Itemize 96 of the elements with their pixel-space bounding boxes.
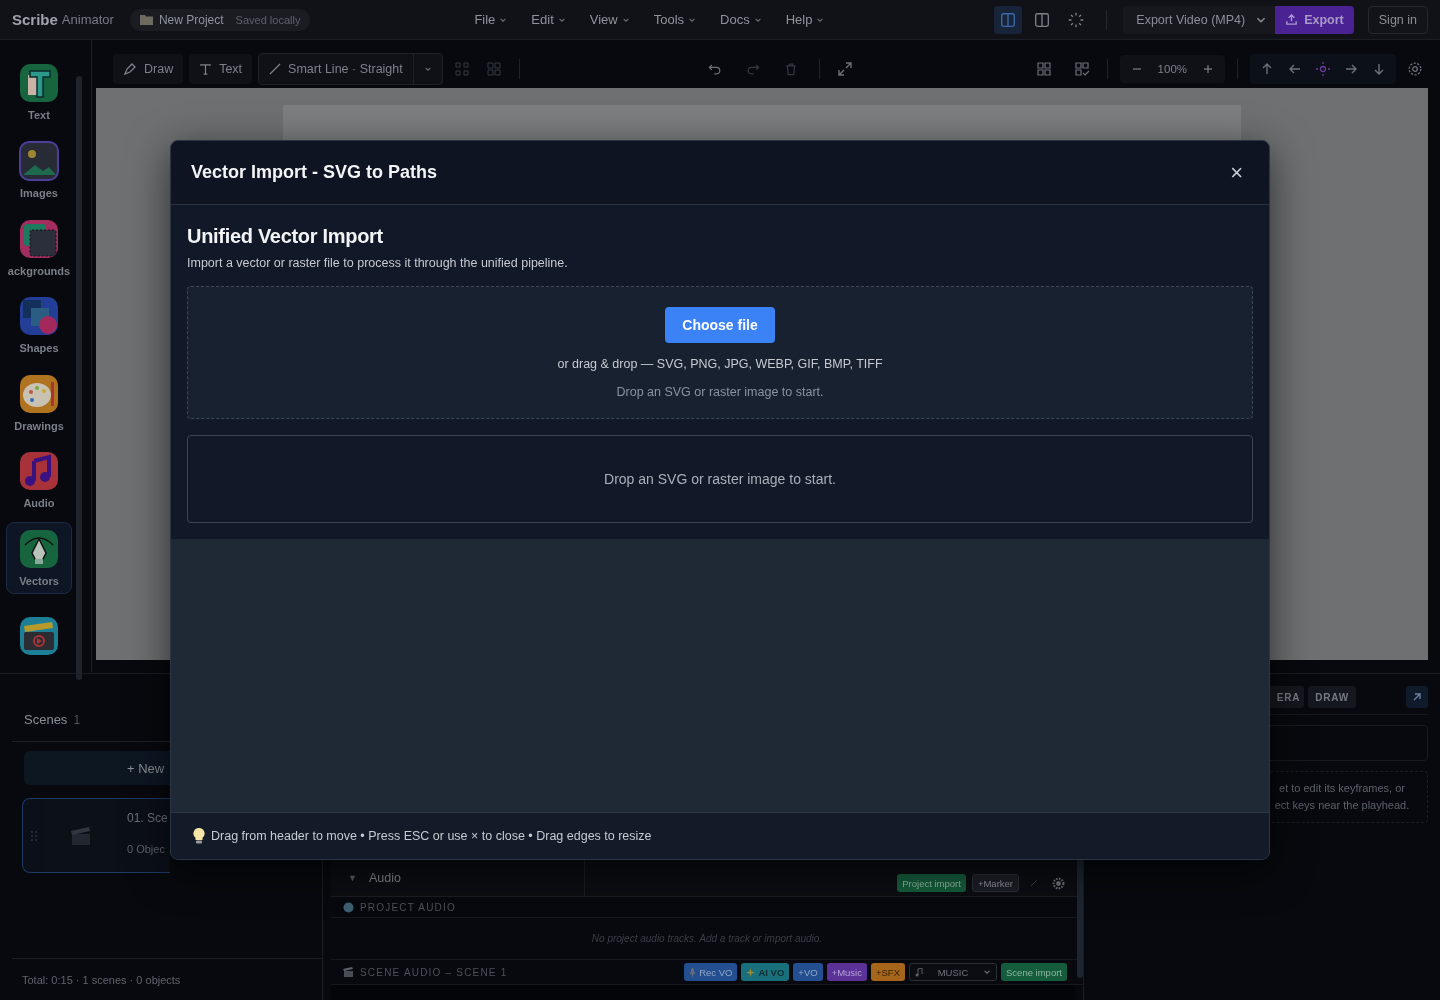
menu-item[interactable]: Help [785, 12, 825, 27]
section-description: Import a vector or raster file to process it through the unified pipeline. [187, 256, 569, 270]
text-icon [199, 62, 213, 76]
crosshair-icon[interactable] [1316, 62, 1330, 76]
upload-icon [1285, 13, 1299, 26]
menu-item[interactable]: File [474, 12, 508, 27]
menu-item[interactable]: View [589, 12, 630, 27]
zoom-level: 100% [1157, 63, 1187, 75]
clapperboard-icon [19, 615, 59, 656]
track-button[interactable]: +SFX [871, 963, 905, 981]
hint-text: ect keys near the playhead. [1273, 798, 1411, 813]
music-note-icon [915, 967, 923, 977]
grid-check-icon[interactable] [1073, 61, 1090, 77]
hint-text: et to edit its keyframes, or [1278, 781, 1406, 796]
export-button[interactable]: Export [1275, 5, 1354, 34]
sidebar-item[interactable]: Images [6, 133, 72, 207]
supported-formats: or drag & drop — SVG, PNG, JPG, WEBP, GIF, BMP, TIFF [557, 357, 883, 371]
track-button[interactable]: +Marker [971, 874, 1019, 892]
folder-icon [139, 14, 153, 25]
section-title: Unified Vector Import [187, 225, 384, 248]
pop-out-button[interactable] [1406, 686, 1428, 708]
layout-button[interactable] [994, 5, 1023, 34]
line-icon [269, 63, 282, 75]
sidebar-item[interactable]: Audio [6, 444, 72, 517]
music-note-icon [19, 451, 59, 492]
project-name: New Project [158, 12, 224, 27]
drop-hint: Drop an SVG or raster image to start. [616, 385, 824, 399]
settings-icon[interactable] [1051, 876, 1065, 890]
palette-icon [19, 373, 59, 414]
layers-icon [19, 218, 59, 259]
dialog-title: Vector Import - SVG to Paths [191, 162, 438, 183]
scene-title: 01. Sce [127, 811, 168, 825]
pen-icon [123, 62, 137, 76]
preview-hint: Drop an SVG or raster image to start. [604, 471, 836, 487]
track-button[interactable]: AI VO [741, 963, 790, 981]
settings-icon[interactable] [1407, 61, 1423, 77]
arrow-up-right-icon [1412, 692, 1422, 702]
scrollbar[interactable] [76, 76, 82, 680]
zoom-in-icon[interactable] [1203, 64, 1213, 74]
clapperboard-icon [69, 825, 92, 846]
track-button[interactable]: Project import [897, 874, 966, 892]
caret-icon [423, 65, 432, 73]
track-button[interactable]: +Music [826, 963, 867, 981]
lightbulb-icon [193, 828, 205, 844]
choose-file-button[interactable]: Choose file [665, 307, 775, 343]
save-status: Saved locally [235, 13, 301, 26]
scene-card[interactable]: 01. Sce 0 Objec [22, 798, 170, 873]
sidebar-item[interactable]: Text [6, 56, 72, 129]
columns-icon [1033, 10, 1052, 29]
close-button[interactable]: × [1224, 161, 1249, 184]
footer-hint: Drag from header to move • Press ESC or use × to close • Drag edges to resize [211, 829, 652, 843]
arrow-right-icon[interactable] [1344, 62, 1358, 76]
arrow-left-icon[interactable] [1288, 62, 1302, 76]
tool-button[interactable]: Draw [113, 54, 184, 84]
arrow-down-icon[interactable] [1372, 62, 1386, 76]
track-button[interactable]: Rec VO [684, 963, 738, 981]
track-label: Audio [368, 870, 401, 885]
grid-icon[interactable] [1035, 61, 1052, 77]
chevron-down-icon [983, 968, 991, 976]
scene-count: 1 [73, 713, 81, 727]
loader-icon [1067, 10, 1086, 29]
image-icon [19, 140, 59, 181]
app-subtitle: Animator [61, 12, 114, 27]
clapperboard-icon [343, 967, 354, 977]
track-button[interactable]: Scene import [1001, 963, 1067, 981]
shapes-icon [19, 296, 59, 337]
sparkle-icon [746, 967, 756, 977]
track-button[interactable]: +VO [793, 963, 823, 981]
sign-in-button[interactable]: Sign in [1367, 5, 1428, 34]
tool-button[interactable]: Text [189, 54, 253, 84]
drag-handle-icon[interactable] [31, 829, 37, 842]
drop-zone[interactable]: Choose file or drag & drop — SVG, PNG, JPG, WEBP, GIF, BMP, TIFF Drop an SVG or raster image to start. [187, 286, 1253, 419]
microphone-icon [689, 967, 697, 977]
menu-item[interactable]: Edit [531, 12, 566, 27]
text-tool-icon [19, 63, 59, 104]
export-format-select[interactable]: Export Video (MP4) [1123, 5, 1276, 34]
sidebar-item[interactable]: Shapes [6, 288, 72, 362]
arrow-up-icon[interactable] [1260, 62, 1274, 76]
menu-item[interactable]: Docs [720, 12, 762, 27]
project-pill[interactable]: New Project Saved locally [129, 8, 311, 31]
split-view-icon [999, 10, 1018, 29]
sidebar-item[interactable]: ackgrounds [6, 211, 72, 284]
section-header: SCENE AUDIO – SCENE 1 [360, 966, 508, 978]
app-name: Scribe [12, 11, 58, 28]
project-summary: Total: 0:15 · 1 scenes · 0 objects [12, 958, 322, 1000]
music-select[interactable]: MUSIC [909, 963, 997, 981]
menu-item[interactable]: Tools [653, 12, 697, 27]
scenes-title: Scenes [24, 712, 68, 727]
fullscreen-icon[interactable] [836, 61, 853, 77]
sidebar-item[interactable]: Drawings [6, 366, 72, 440]
object-count: 0 Objec [127, 843, 166, 855]
section-header: PROJECT AUDIO [360, 901, 456, 913]
inspector-tab[interactable]: DRAW [1308, 686, 1356, 708]
pen-tool-icon [19, 529, 59, 570]
sidebar-item[interactable]: Vectors [6, 521, 72, 595]
smart-line-select[interactable]: Smart Line · Straight [258, 53, 443, 85]
